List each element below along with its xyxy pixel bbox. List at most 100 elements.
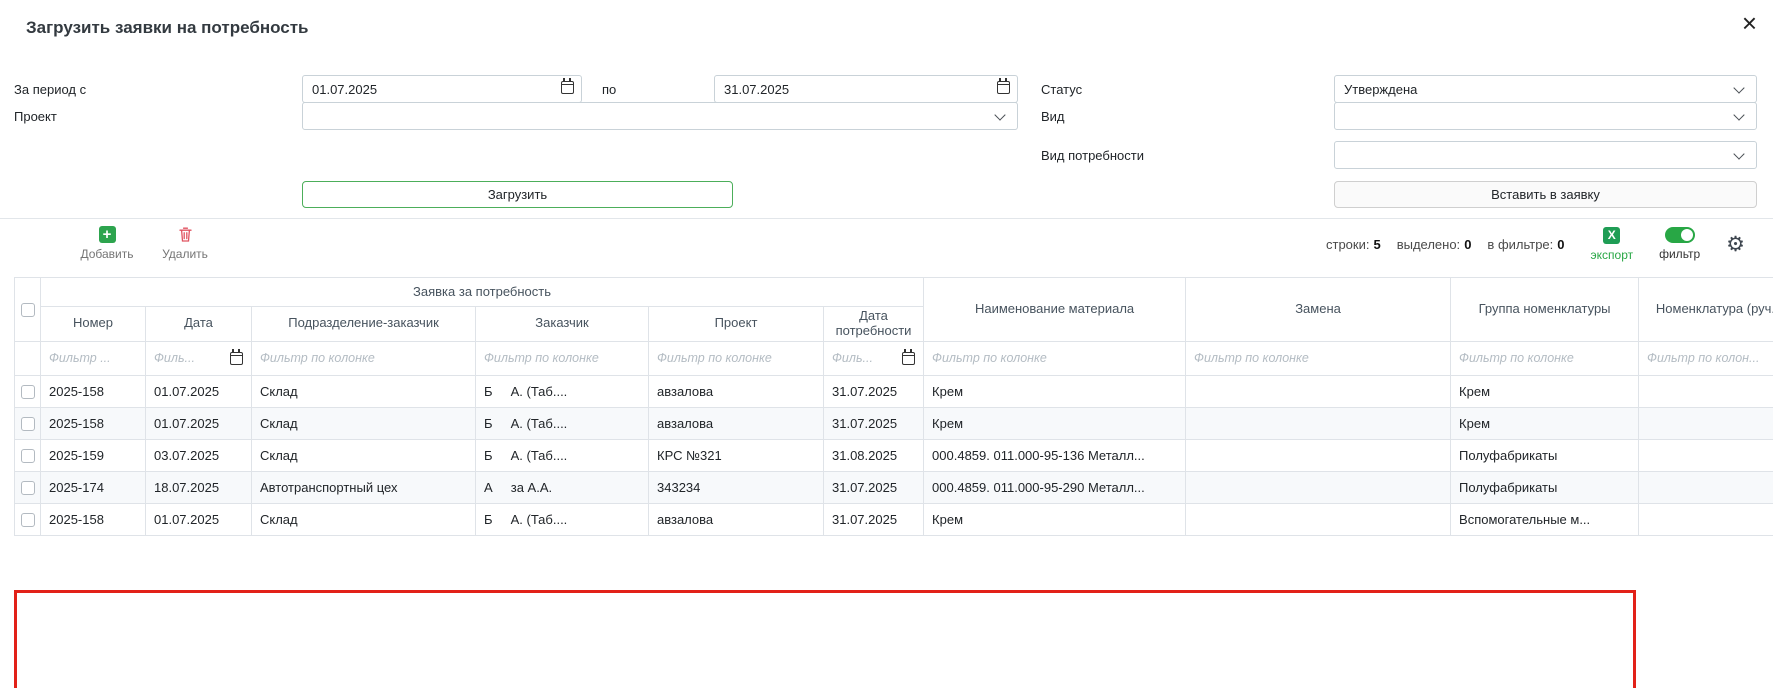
period-from-field: [302, 75, 582, 103]
calendar-icon[interactable]: [902, 352, 915, 365]
cell-customer: Б А. (Таб....: [476, 407, 649, 439]
cell-number: 2025-158: [41, 407, 146, 439]
add-button[interactable]: + Добавить: [74, 226, 140, 261]
cell-need_date: 31.08.2025: [824, 439, 924, 471]
table-row[interactable]: 2025-15801.07.2025СкладБ А. (Таб....авза…: [15, 503, 1773, 535]
group-header-request: Заявка за потребность: [41, 278, 924, 307]
column-header-customer[interactable]: Заказчик: [476, 307, 649, 342]
row-checkbox[interactable]: [21, 449, 35, 463]
load-button[interactable]: Загрузить: [302, 181, 733, 208]
chevron-down-icon: [994, 109, 1005, 120]
annotation-highlight-box: [14, 590, 1636, 688]
filter-department: [252, 351, 475, 365]
cell-material: 000.4859. 011.000-95-136 Металл...: [924, 439, 1186, 471]
cell-nomenclature: [1639, 375, 1773, 407]
export-button[interactable]: X экспорт: [1591, 227, 1634, 262]
grid-panel: + Добавить Удалить строки:5 выделено:0 в…: [0, 218, 1773, 688]
filter-need-date-input[interactable]: [832, 351, 898, 365]
project-label: Проект: [14, 109, 57, 124]
excel-export-icon: X: [1603, 227, 1620, 244]
cell-replacement: [1186, 407, 1451, 439]
cell-number: 2025-159: [41, 439, 146, 471]
cell-group: Полуфабрикаты: [1451, 471, 1639, 503]
status-select[interactable]: Утверждена: [1334, 75, 1757, 103]
cell-replacement: [1186, 471, 1451, 503]
cell-group: Крем: [1451, 407, 1639, 439]
filter-material-input[interactable]: [932, 351, 1177, 365]
table-row[interactable]: 2025-15903.07.2025СкладБ А. (Таб....КРС …: [15, 439, 1773, 471]
gear-icon[interactable]: ⚙: [1726, 234, 1745, 255]
kind-label: Вид: [1041, 109, 1065, 124]
cell-customer: Б А. (Таб....: [476, 375, 649, 407]
cell-department: Автотранспортный цех: [252, 471, 476, 503]
select-all-checkbox[interactable]: [21, 303, 35, 317]
filter-customer-input[interactable]: [484, 351, 640, 365]
status-select-value: Утверждена: [1344, 82, 1417, 97]
column-header-project[interactable]: Проект: [649, 307, 824, 342]
cell-group: Крем: [1451, 375, 1639, 407]
row-checkbox[interactable]: [21, 513, 35, 527]
cell-number: 2025-158: [41, 503, 146, 535]
column-header-date[interactable]: Дата: [146, 307, 252, 342]
column-header-number[interactable]: Номер: [41, 307, 146, 342]
calendar-icon[interactable]: [997, 81, 1010, 94]
requests-table: Заявка за потребность Наименование матер…: [14, 277, 1773, 539]
cell-nomenclature: [1639, 503, 1773, 535]
column-header-replacement[interactable]: Замена: [1186, 278, 1451, 342]
kind-select[interactable]: [1334, 102, 1757, 130]
row-select-cell: [15, 439, 41, 471]
table-row[interactable]: 2025-15801.07.2025СкладБ А. (Таб....авза…: [15, 407, 1773, 439]
filter-department-input[interactable]: [260, 351, 467, 365]
add-icon: +: [99, 226, 116, 243]
filter-project: [649, 351, 823, 365]
filter-group: [1451, 351, 1638, 365]
filter-toggle[interactable]: [1665, 227, 1695, 243]
column-header-need-date[interactable]: Дата потребности: [824, 307, 924, 342]
cell-replacement: [1186, 375, 1451, 407]
period-from-label: За период с: [14, 82, 86, 97]
load-requests-dialog: Загрузить заявки на потребность × За пер…: [0, 0, 1773, 688]
filter-replacement-input[interactable]: [1194, 351, 1442, 365]
filter-date-input[interactable]: [154, 351, 226, 365]
cell-material: 000.4859. 011.000-95-290 Металл...: [924, 471, 1186, 503]
filter-date: [146, 351, 251, 365]
period-to-input[interactable]: [714, 75, 1018, 103]
cell-number: 2025-158: [41, 375, 146, 407]
filter-number-input[interactable]: [49, 351, 137, 365]
delete-button-label: Удалить: [162, 247, 208, 261]
cell-material: Крем: [924, 375, 1186, 407]
filter-group-input[interactable]: [1459, 351, 1630, 365]
column-header-department[interactable]: Подразделение-заказчик: [252, 307, 476, 342]
row-select-cell: [15, 471, 41, 503]
cell-project: авзалова: [649, 503, 824, 535]
table-row[interactable]: 2025-17418.07.2025Автотранспортный цехА …: [15, 471, 1773, 503]
delete-button[interactable]: Удалить: [152, 226, 218, 261]
cell-nomenclature: [1639, 439, 1773, 471]
chevron-down-icon: [1733, 109, 1744, 120]
column-header-nomenclature[interactable]: Номенклатура (руч. ввод): [1639, 278, 1773, 342]
insert-into-request-button[interactable]: Вставить в заявку: [1334, 181, 1757, 208]
cell-department: Склад: [252, 407, 476, 439]
filter-nomenclature-input[interactable]: [1647, 351, 1773, 365]
period-from-input[interactable]: [302, 75, 582, 103]
row-checkbox[interactable]: [21, 481, 35, 495]
status-label: Статус: [1041, 82, 1082, 97]
cell-customer: А за А.А.: [476, 471, 649, 503]
need-kind-select[interactable]: [1334, 141, 1757, 169]
calendar-icon[interactable]: [561, 81, 574, 94]
close-icon[interactable]: ×: [1742, 10, 1757, 36]
calendar-icon[interactable]: [230, 352, 243, 365]
table-row[interactable]: 2025-15801.07.2025СкладБ А. (Таб....авза…: [15, 375, 1773, 407]
filter-project-input[interactable]: [657, 351, 815, 365]
grid-counters: строки:5 выделено:0 в фильтре:0: [1326, 237, 1565, 252]
column-header-group[interactable]: Группа номенклатуры: [1451, 278, 1639, 342]
filter-empty-cell: [15, 341, 41, 375]
cell-date: 01.07.2025: [146, 503, 252, 535]
trash-icon: [178, 226, 193, 243]
row-checkbox[interactable]: [21, 385, 35, 399]
column-header-material[interactable]: Наименование материала: [924, 278, 1186, 342]
project-select[interactable]: [302, 102, 1018, 130]
cell-material: Крем: [924, 407, 1186, 439]
cell-project: КРС №321: [649, 439, 824, 471]
row-checkbox[interactable]: [21, 417, 35, 431]
